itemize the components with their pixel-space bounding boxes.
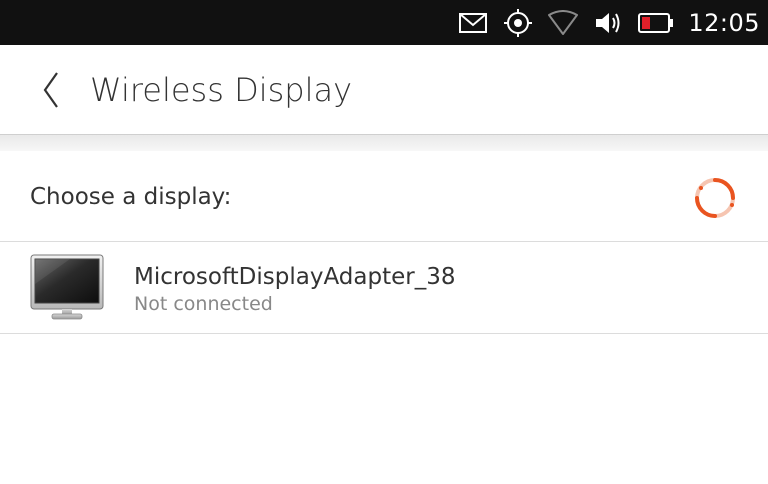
mail-icon[interactable] xyxy=(458,8,488,38)
status-clock: 12:05 xyxy=(688,8,760,37)
page-title: Wireless Display xyxy=(90,71,353,109)
choose-display-section: Choose a display: xyxy=(0,151,768,242)
wifi-icon[interactable] xyxy=(548,8,579,38)
monitor-icon xyxy=(30,254,104,320)
chevron-left-icon xyxy=(43,72,58,108)
back-button[interactable] xyxy=(28,67,74,113)
activity-spinner-icon xyxy=(695,178,735,218)
status-bar: 12:05 xyxy=(0,0,768,45)
section-label: Choose a display: xyxy=(30,184,232,210)
page-header: Wireless Display xyxy=(0,45,768,135)
device-name: MicrosoftDisplayAdapter_38 xyxy=(134,264,456,290)
device-status: Not connected xyxy=(134,293,273,315)
volume-icon[interactable] xyxy=(593,8,623,38)
location-icon[interactable] xyxy=(503,8,533,38)
battery-icon[interactable] xyxy=(638,8,674,38)
header-shadow xyxy=(0,135,768,151)
device-row[interactable]: MicrosoftDisplayAdapter_38 Not connected xyxy=(0,242,768,334)
status-icons: 12:05 xyxy=(443,0,760,45)
